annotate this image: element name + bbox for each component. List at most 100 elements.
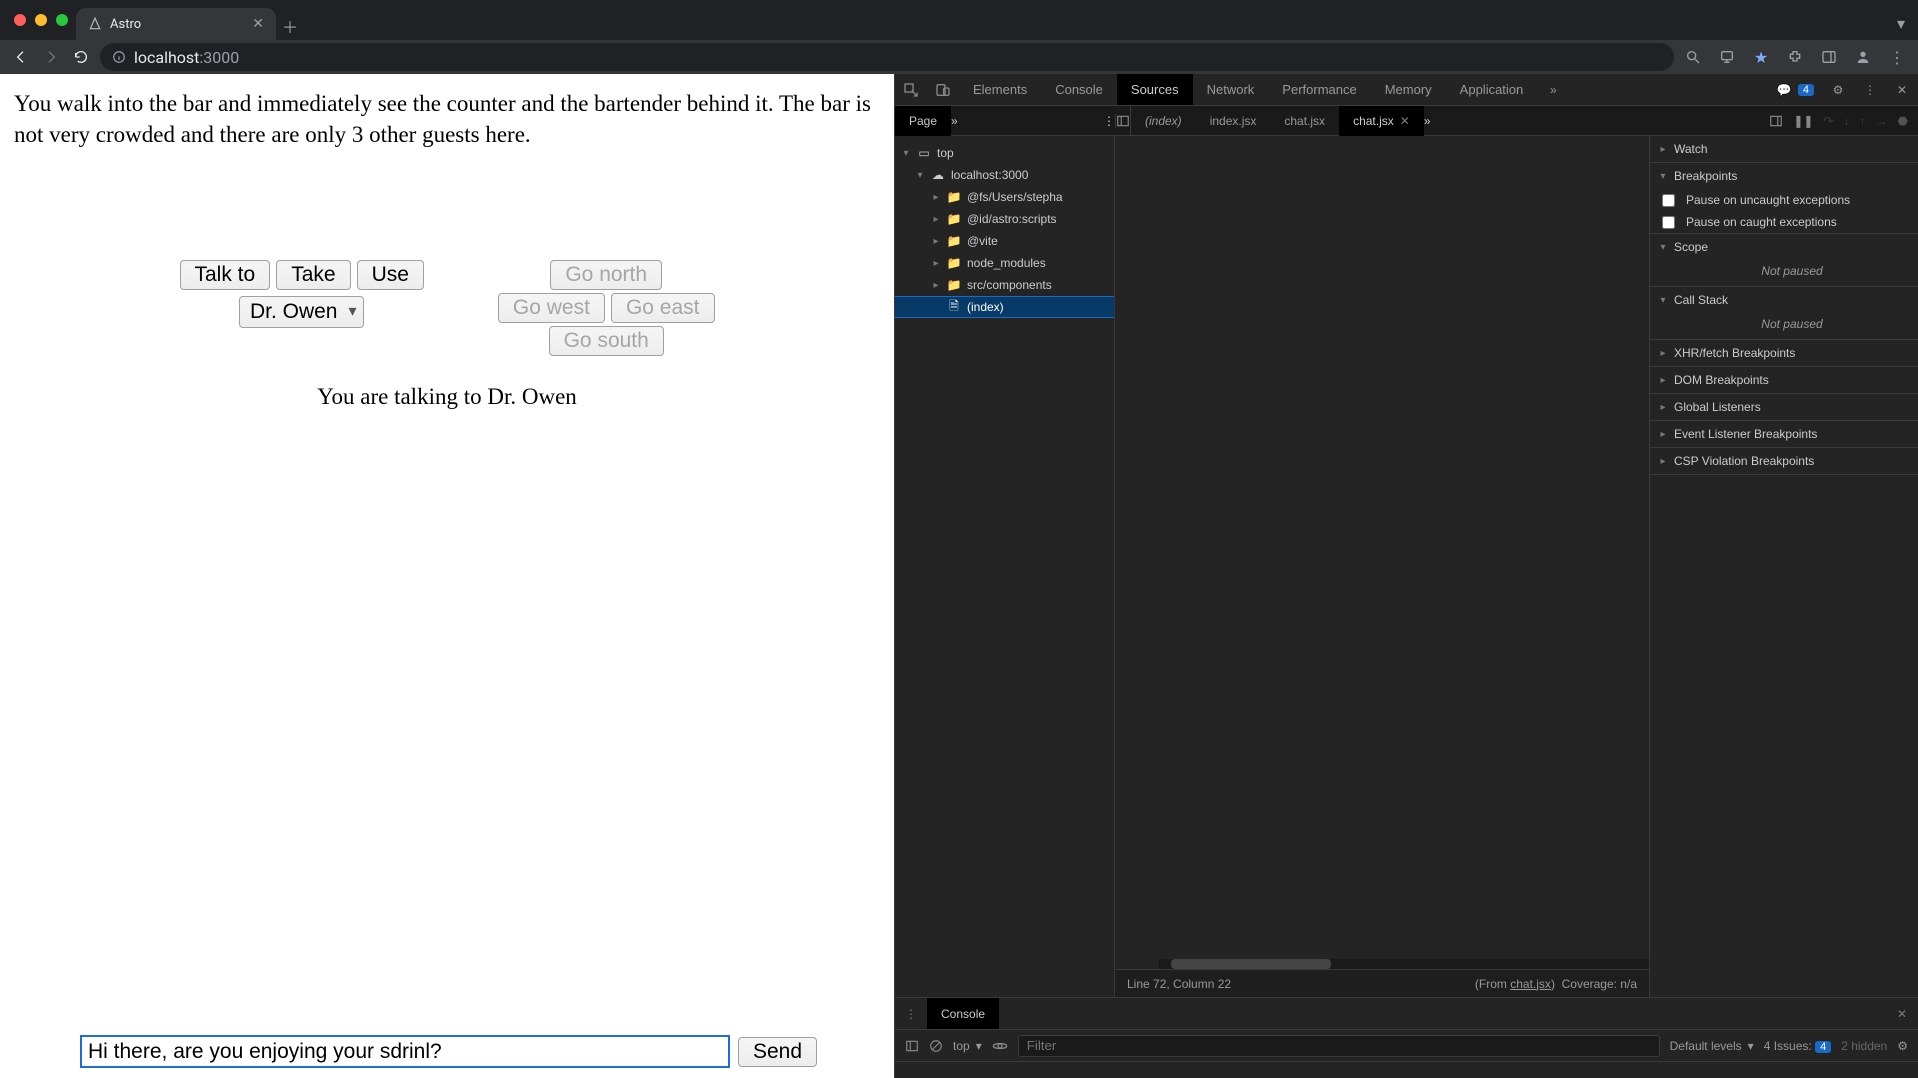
tab-application[interactable]: Application: [1446, 74, 1538, 105]
minimize-window-icon[interactable]: [35, 14, 47, 26]
section-global-listeners[interactable]: ▸Global Listeners: [1650, 394, 1918, 420]
log-levels-select[interactable]: Default levels ▾: [1670, 1039, 1754, 1053]
section-xhr-breakpoints[interactable]: ▸XHR/fetch Breakpoints: [1650, 340, 1918, 366]
section-breakpoints[interactable]: ▾Breakpoints: [1650, 163, 1918, 189]
callstack-status: Not paused: [1650, 313, 1918, 339]
install-icon[interactable]: [1716, 46, 1738, 68]
editor-status-bar: Line 72, Column 22 (From chat.jsx) Cover…: [1115, 969, 1649, 997]
close-devtools-icon[interactable]: ✕: [1886, 74, 1918, 106]
go-north-button[interactable]: Go north: [550, 260, 662, 290]
toggle-navigator-icon[interactable]: [1115, 114, 1130, 128]
inspect-element-icon[interactable]: [895, 74, 927, 106]
more-tabs-icon[interactable]: »: [1537, 74, 1569, 106]
kebab-menu-icon[interactable]: ⋮: [1854, 74, 1886, 106]
tree-folder[interactable]: ▸📁src/components: [895, 274, 1114, 296]
forward-button[interactable]: [40, 46, 62, 68]
pause-script-icon[interactable]: ❚❚: [1793, 114, 1813, 128]
go-south-button[interactable]: Go south: [549, 326, 664, 356]
section-dom-breakpoints[interactable]: ▸DOM Breakpoints: [1650, 367, 1918, 393]
site-info-icon[interactable]: [112, 50, 126, 64]
address-bar[interactable]: localhost:3000: [100, 43, 1674, 71]
console-settings-gear-icon[interactable]: ⚙: [1897, 1039, 1908, 1053]
back-button[interactable]: [10, 46, 32, 68]
file-tab[interactable]: chat.jsx: [1270, 106, 1339, 136]
file-navigator: ▾▭top ▾☁localhost:3000 ▸📁@fs/Users/steph…: [895, 136, 1115, 997]
hidden-messages[interactable]: 2 hidden: [1841, 1039, 1887, 1053]
send-button[interactable]: Send: [738, 1037, 817, 1067]
talk-to-button[interactable]: Talk to: [180, 260, 271, 290]
browser-tab[interactable]: Astro ✕: [76, 8, 276, 40]
tab-memory[interactable]: Memory: [1371, 74, 1446, 105]
step-over-icon[interactable]: ↷: [1823, 114, 1833, 128]
use-button[interactable]: Use: [357, 260, 424, 290]
reload-button[interactable]: [70, 46, 92, 68]
search-icon[interactable]: [1682, 46, 1704, 68]
close-tab-icon[interactable]: ✕: [252, 17, 264, 31]
issues-indicator[interactable]: 💬 4: [1777, 83, 1814, 97]
section-event-listener-breakpoints[interactable]: ▸Event Listener Breakpoints: [1650, 421, 1918, 447]
side-panel-icon[interactable]: [1818, 46, 1840, 68]
tree-folder[interactable]: ▸📁@id/astro:scripts: [895, 208, 1114, 230]
tab-console[interactable]: Console: [1041, 74, 1117, 105]
kebab-menu-icon[interactable]: ⋮: [1886, 46, 1908, 68]
navigator-kebab-icon[interactable]: ⋮: [1103, 114, 1115, 128]
tree-folder[interactable]: ▸📁@vite: [895, 230, 1114, 252]
tab-elements[interactable]: Elements: [959, 74, 1041, 105]
fullscreen-window-icon[interactable]: [56, 14, 68, 26]
tree-top[interactable]: ▾▭top: [895, 142, 1114, 164]
console-filter-input[interactable]: [1018, 1035, 1660, 1057]
tab-sources[interactable]: Sources: [1117, 74, 1193, 105]
live-expression-icon[interactable]: [992, 1040, 1008, 1052]
toggle-sidebar-icon[interactable]: [905, 1039, 919, 1053]
window-icon: ▭: [917, 146, 931, 160]
tree-host[interactable]: ▾☁localhost:3000: [895, 164, 1114, 186]
tab-network[interactable]: Network: [1193, 74, 1269, 105]
issues-link[interactable]: 4 Issues: 4: [1764, 1039, 1832, 1053]
close-window-icon[interactable]: [14, 14, 26, 26]
more-navigator-tabs-icon[interactable]: »: [951, 114, 958, 128]
file-tab[interactable]: chat.jsx✕: [1339, 106, 1424, 136]
section-watch[interactable]: ▸Watch: [1650, 136, 1918, 162]
tree-folder[interactable]: ▸📁node_modules: [895, 252, 1114, 274]
drawer-console-tab[interactable]: Console: [927, 998, 999, 1029]
step-into-icon[interactable]: ↓: [1844, 114, 1850, 128]
new-tab-button[interactable]: ＋: [276, 12, 304, 40]
clear-console-icon[interactable]: [929, 1039, 943, 1053]
more-file-tabs-icon[interactable]: »: [1424, 114, 1431, 128]
step-out-icon[interactable]: ↑: [1860, 114, 1866, 128]
toggle-debugger-sidebar-icon[interactable]: [1769, 114, 1783, 128]
tree-folder[interactable]: ▸📁@fs/Users/stepha: [895, 186, 1114, 208]
chat-input[interactable]: [80, 1035, 730, 1068]
tabs-dropdown-icon[interactable]: ▾: [1884, 6, 1918, 40]
go-east-button[interactable]: Go east: [611, 293, 715, 323]
profile-icon[interactable]: [1852, 46, 1874, 68]
file-tab[interactable]: index.jsx: [1196, 106, 1271, 136]
take-button[interactable]: Take: [276, 260, 350, 290]
go-west-button[interactable]: Go west: [498, 293, 605, 323]
section-csp-breakpoints[interactable]: ▸CSP Violation Breakpoints: [1650, 448, 1918, 474]
context-select[interactable]: top ▾: [953, 1039, 982, 1053]
horizontal-scrollbar[interactable]: [1159, 959, 1649, 969]
device-toggle-icon[interactable]: [927, 74, 959, 106]
pause-caught-checkbox[interactable]: Pause on caught exceptions: [1650, 211, 1918, 233]
drawer-kebab-icon[interactable]: ⋮: [895, 1007, 927, 1021]
pause-uncaught-checkbox[interactable]: Pause on uncaught exceptions: [1650, 189, 1918, 211]
file-tab[interactable]: (index): [1131, 106, 1196, 136]
close-drawer-icon[interactable]: ✕: [1886, 1007, 1918, 1021]
section-scope[interactable]: ▾Scope: [1650, 234, 1918, 260]
deactivate-breakpoints-icon[interactable]: ⬣: [1898, 114, 1908, 128]
coverage-status[interactable]: Coverage: n/a: [1562, 977, 1637, 991]
close-file-tab-icon[interactable]: ✕: [1400, 114, 1410, 128]
settings-gear-icon[interactable]: ⚙: [1822, 74, 1854, 106]
bookmark-star-icon[interactable]: ★: [1750, 46, 1772, 68]
tree-file[interactable]: 🗎(index): [895, 296, 1114, 318]
tab-performance[interactable]: Performance: [1268, 74, 1370, 105]
folder-icon: 📁: [947, 256, 961, 270]
console-output[interactable]: [895, 1062, 1918, 1078]
talk-target-select[interactable]: Dr. Owen: [239, 296, 365, 328]
step-icon[interactable]: →: [1876, 114, 1888, 128]
extensions-icon[interactable]: [1784, 46, 1806, 68]
navigator-page-tab[interactable]: Page: [895, 106, 951, 136]
code-content[interactable]: [1159, 136, 1649, 969]
section-callstack[interactable]: ▾Call Stack: [1650, 287, 1918, 313]
